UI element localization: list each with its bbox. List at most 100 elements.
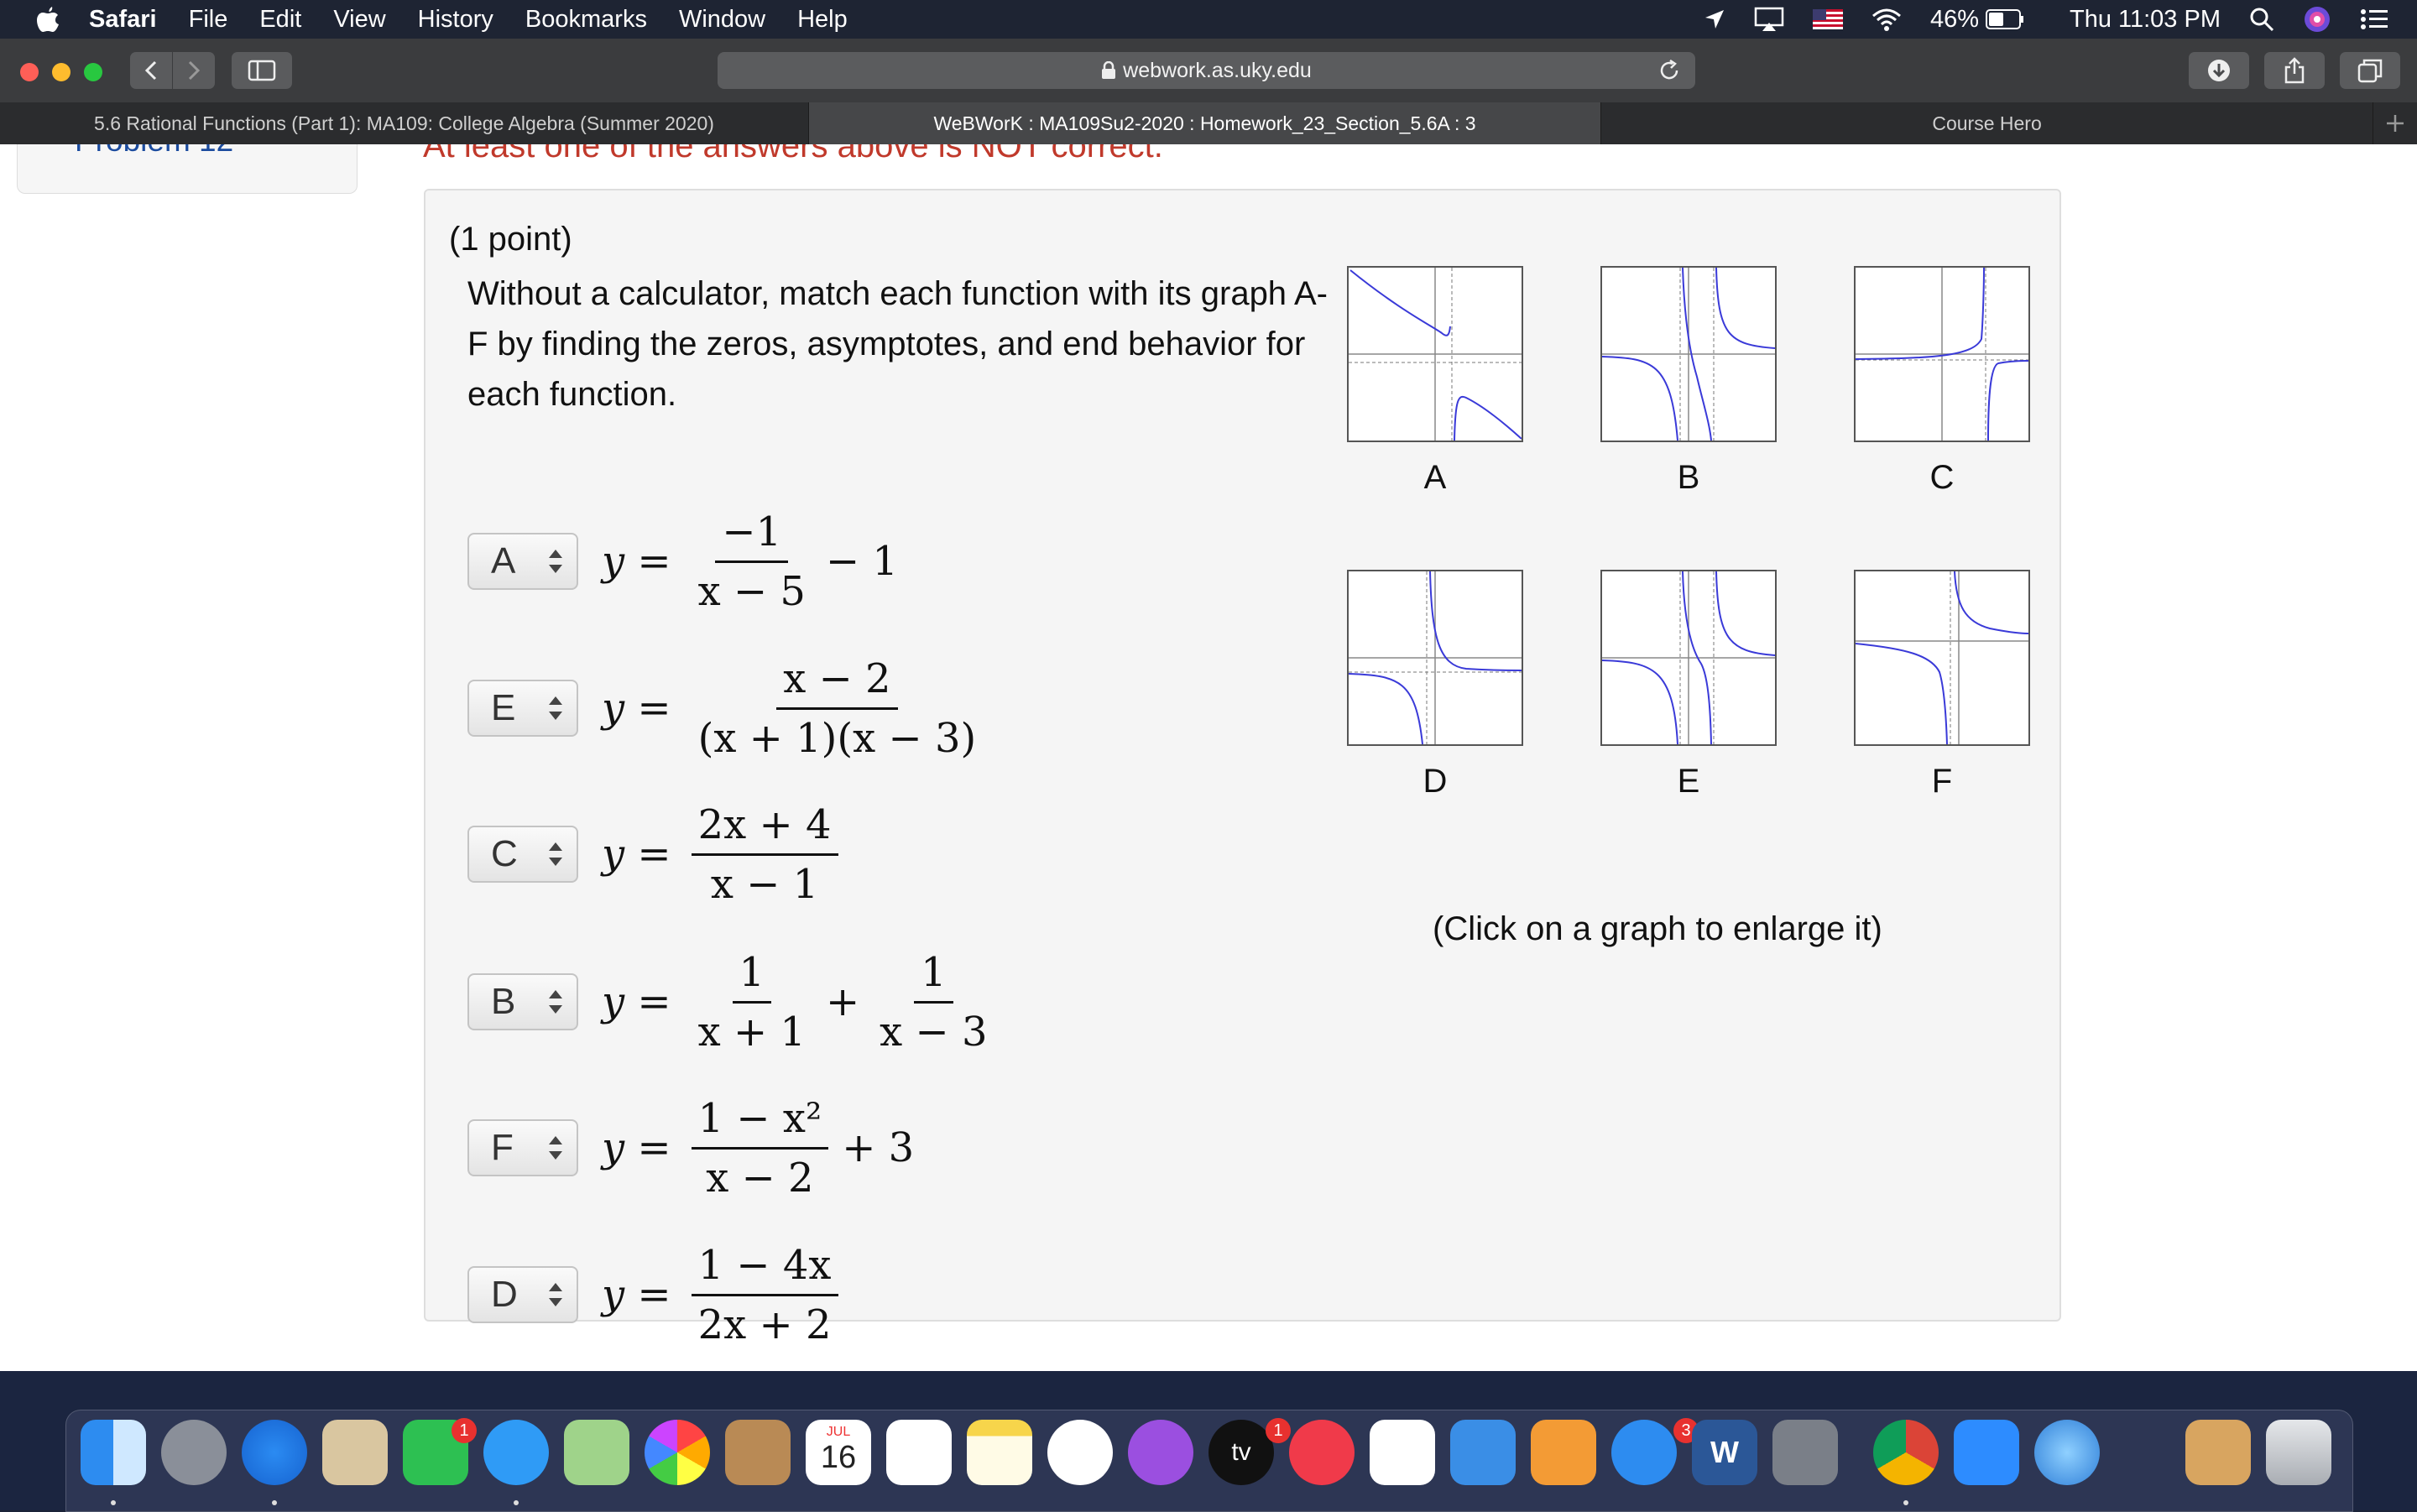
graph-f[interactable] [1854,570,2030,746]
running-indicator [1903,1500,1908,1505]
chrome-icon[interactable] [1873,1420,1939,1485]
graph-d[interactable] [1347,570,1523,746]
finder-icon[interactable] [81,1420,146,1485]
menu-window[interactable]: Window [679,6,765,34]
mail-icon[interactable] [322,1420,388,1485]
selected-value: B [491,981,516,1022]
numbers-icon[interactable] [1370,1420,1435,1485]
messages-icon[interactable] [483,1420,549,1485]
answer-select-4[interactable]: B [467,973,578,1030]
graph-b[interactable] [1600,266,1777,442]
menu-bar: Safari File Edit View History Bookmarks … [0,0,2417,39]
location-icon[interactable] [1704,8,1725,30]
airplay-icon[interactable] [1754,7,1784,32]
denominator: x + 1 [697,1008,806,1056]
menu-file[interactable]: File [189,6,228,34]
graph-c[interactable] [1854,266,2030,442]
answer-select-3[interactable]: C [467,826,578,883]
system-preferences-icon[interactable] [1772,1420,1838,1485]
menu-bookmarks[interactable]: Bookmarks [525,6,647,34]
problem-link[interactable]: Problem 12 [75,144,233,159]
tab-course-hero[interactable]: Course Hero [1601,102,2374,144]
numerator: 1 [732,949,772,1004]
equals-sign: = [637,538,671,585]
downloads-button[interactable] [2189,52,2249,89]
maps-icon[interactable] [564,1420,629,1485]
incorrect-warning: At least one of the answers above is NOT… [423,144,1163,164]
contacts-icon[interactable] [725,1420,791,1485]
reminders-icon[interactable] [886,1420,952,1485]
graph-label-d: D [1423,763,1448,800]
tv-label: tv [1231,1438,1251,1466]
archive-icon[interactable] [2185,1420,2251,1485]
share-button[interactable] [2264,52,2325,89]
function-1: y = −1 x − 5 − 1 [602,508,906,615]
close-window-button[interactable] [20,63,39,81]
answer-select-6[interactable]: D [467,1266,578,1323]
address-bar[interactable]: webwork.as.uky.edu [718,52,1695,89]
podcasts-icon[interactable] [1128,1420,1193,1485]
function-4: y = 1x + 1 + 1x − 3 [602,949,1000,1056]
sidebar-toggle-button[interactable] [232,52,292,89]
word-icon[interactable]: W [1692,1420,1757,1485]
app-store-icon[interactable] [1611,1420,1677,1485]
tab-label: WeBWorK : MA109Su2-2020 : Homework_23_Se… [933,112,1476,134]
back-button[interactable] [130,52,172,89]
zoom-icon[interactable] [1954,1420,2019,1485]
notification-center-icon[interactable] [2360,8,2388,31]
keynote-icon[interactable] [1450,1420,1516,1485]
web-page[interactable]: Problem 12 At least one of the answers a… [0,144,2417,1371]
tab-label: 5.6 Rational Functions (Part 1): MA109: … [94,112,714,134]
tabs-icon [2357,59,2383,83]
graph-label-e: E [1677,763,1700,800]
running-indicator [272,1500,277,1505]
spotlight-search-icon[interactable] [2249,7,2274,32]
clock[interactable]: Thu 11:03 PM [2070,6,2221,34]
denominator-2: x − 3 [880,1008,988,1056]
graph-label-f: F [1931,763,1953,800]
new-tab-button[interactable] [2373,102,2417,144]
tab-overview-button[interactable] [2340,52,2400,89]
trash-icon[interactable] [2266,1420,2331,1485]
graph-a[interactable] [1347,266,1523,442]
function-tail: + 3 [842,1124,915,1171]
tab-webwork[interactable]: WeBWorK : MA109Su2-2020 : Homework_23_Se… [809,102,1602,144]
menu-safari[interactable]: Safari [89,6,157,34]
siri-icon[interactable] [2303,5,2331,34]
menu-history[interactable]: History [418,6,493,34]
answer-select-1[interactable]: A [467,533,578,590]
menu-edit[interactable]: Edit [259,6,301,34]
pages-icon[interactable] [1531,1420,1596,1485]
tv-icon[interactable]: tv [1208,1420,1274,1485]
notes-icon[interactable] [967,1420,1032,1485]
menu-view[interactable]: View [333,6,385,34]
select-arrows-icon [549,696,562,720]
launchpad-icon[interactable] [161,1420,227,1485]
graph-e-plot [1602,571,1775,744]
graph-f-plot [1856,571,2028,744]
network-icon[interactable] [2034,1420,2100,1485]
facetime-badge: 1 [452,1418,477,1443]
news-icon[interactable] [1289,1420,1355,1485]
answer-select-2[interactable]: E [467,680,578,737]
reload-icon[interactable] [1658,60,1680,81]
wifi-icon[interactable] [1871,8,1902,31]
forward-button[interactable] [173,52,215,89]
answer-select-5[interactable]: F [467,1119,578,1176]
apple-icon[interactable] [35,5,60,34]
problem-points: (1 point) [449,221,572,258]
menu-help[interactable]: Help [797,6,848,34]
safari-icon[interactable] [242,1420,307,1485]
sidebar-icon [248,60,276,81]
photos-icon[interactable] [645,1420,710,1485]
graph-e[interactable] [1600,570,1777,746]
music-icon[interactable] [1047,1420,1113,1485]
tab-rational-functions[interactable]: 5.6 Rational Functions (Part 1): MA109: … [0,102,809,144]
zoom-window-button[interactable] [84,63,102,81]
calendar-icon[interactable]: JUL 16 [806,1420,871,1485]
minimize-window-button[interactable] [52,63,70,81]
y-var: y [602,1124,625,1171]
numerator: −1 [715,508,789,563]
battery-icon[interactable] [1985,9,2024,29]
us-flag-icon[interactable] [1812,9,1843,29]
